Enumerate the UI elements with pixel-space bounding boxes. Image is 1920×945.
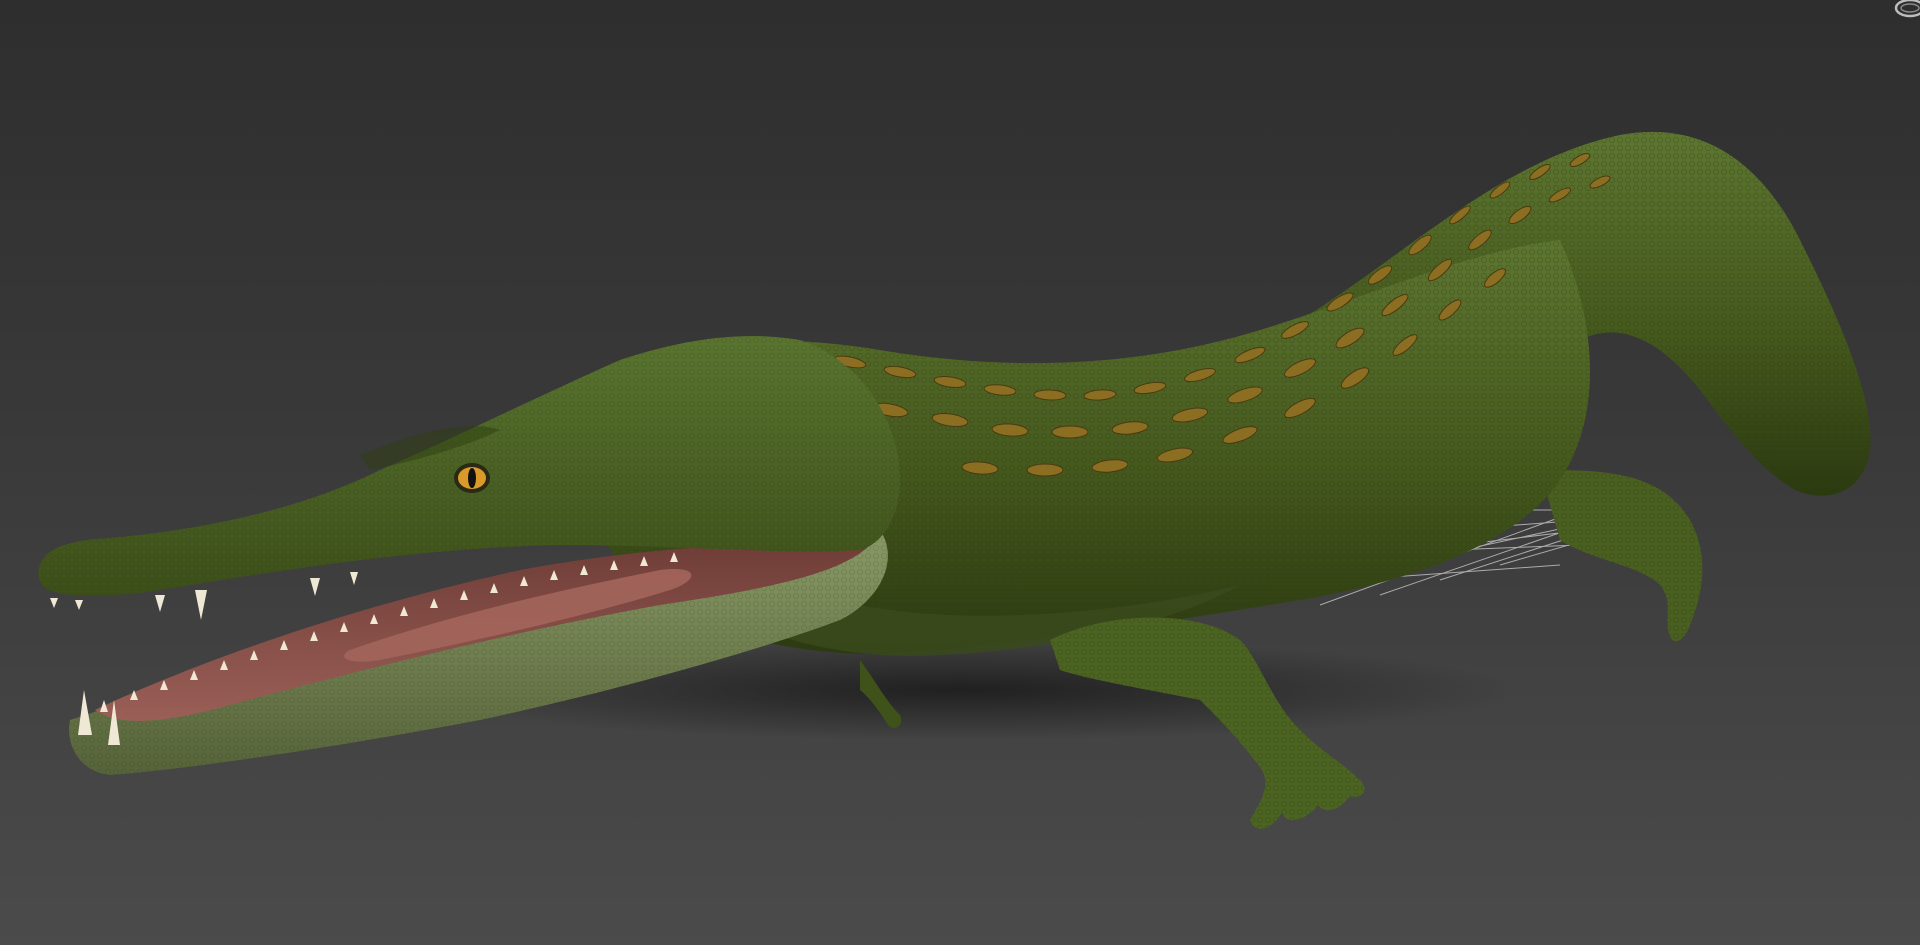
eye (454, 463, 490, 493)
3d-viewport[interactable] (0, 0, 1920, 945)
view-cube-ring-icon[interactable] (1870, 0, 1920, 26)
viewport-scene (38, 131, 1871, 829)
